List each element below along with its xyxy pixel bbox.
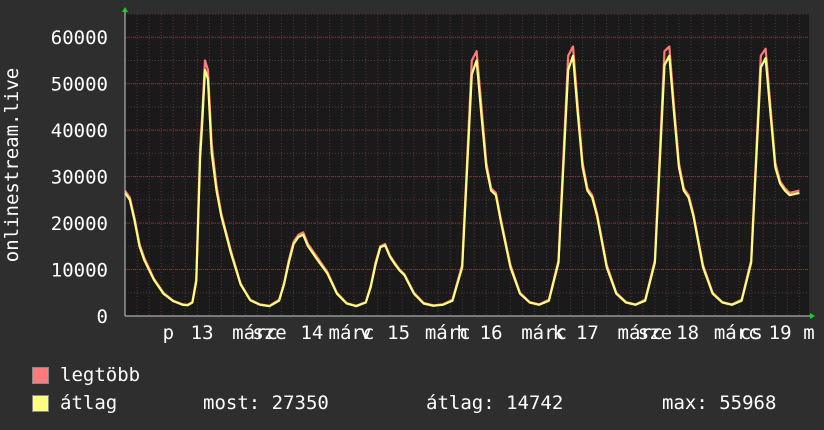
stat-max: max: 55968 <box>662 392 777 414</box>
y-axis-arrow <box>122 7 128 12</box>
x-tick-label: 16 <box>480 322 503 344</box>
y-tick-label: 20000 <box>51 213 108 235</box>
x-tick-label: 19 <box>769 322 792 344</box>
x-tick-label: v <box>360 322 371 344</box>
x-tick-label: sze <box>252 322 286 344</box>
legend-swatch-atlag <box>32 394 49 412</box>
x-tick-label: 18 <box>676 322 699 344</box>
stat-most: most: 27350 <box>203 392 329 414</box>
y-tick-label: 30000 <box>51 167 108 189</box>
x-tick-labels: p 13 márcsze 14 márcv 15 márch 16 márck 17 márcsze… <box>163 322 815 344</box>
y-tick-label: 10000 <box>51 260 108 282</box>
x-tick-label: m <box>803 322 814 344</box>
x-tick-label: 14 <box>300 322 323 344</box>
x-axis-arrow <box>810 313 815 319</box>
stat-atlag: átlag: 14742 <box>426 392 564 414</box>
legend-item-atlag: átlag <box>32 392 117 414</box>
x-tick-label: p <box>163 322 174 344</box>
y-tick-label: 0 <box>97 306 108 328</box>
y-tick-label: 50000 <box>51 74 108 96</box>
x-tick-label: 17 <box>576 322 599 344</box>
legend-swatch-legtobb <box>32 366 49 384</box>
y-axis-label: onlinestream.live <box>1 68 23 262</box>
x-tick-label: h <box>456 322 467 344</box>
y-tick-labels: 0 10000 20000 30000 40000 50000 60000 <box>51 27 108 328</box>
y-tick-label: 60000 <box>51 27 108 49</box>
x-tick-label: cs <box>740 322 763 344</box>
legend-item-legtobb: legtöbb <box>32 364 140 386</box>
legend-label-atlag: átlag <box>60 392 118 414</box>
x-tick-label: 15 <box>387 322 410 344</box>
x-tick-label: 13 <box>191 322 214 344</box>
x-tick-label: sze <box>638 322 672 344</box>
y-tick-label: 40000 <box>51 120 108 142</box>
legend-label-legtobb: legtöbb <box>60 364 141 386</box>
x-tick-label: k <box>553 322 565 344</box>
